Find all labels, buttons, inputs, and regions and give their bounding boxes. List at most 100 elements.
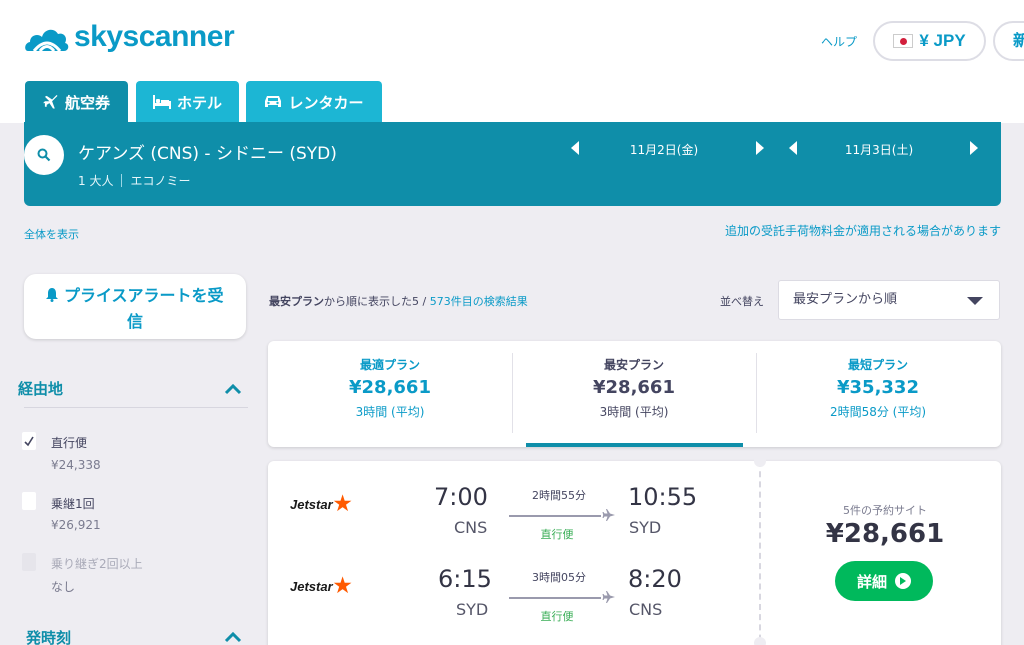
sort-label: 並べ替え bbox=[720, 295, 764, 308]
show-all-link[interactable]: 全体を表示 bbox=[24, 226, 79, 242]
price-alert-label-2: 信 bbox=[126, 312, 143, 331]
departure-airport: SYD bbox=[456, 600, 489, 619]
plan-duration: 3時間 (平均) bbox=[355, 405, 425, 419]
cheapest-plan-tab[interactable]: 最安プラン ¥28,661 3時間 (平均) bbox=[512, 341, 756, 447]
chevron-up-icon[interactable] bbox=[224, 631, 242, 643]
direct-label: 直行便 bbox=[540, 528, 574, 541]
currency-label: ¥ JPY bbox=[919, 31, 966, 50]
currency-selector[interactable]: ¥ JPY bbox=[873, 21, 986, 61]
passenger-cabin: 1 大人 エコノミー bbox=[78, 172, 190, 189]
skyscanner-cloud-icon bbox=[25, 29, 69, 52]
plan-name: 最安プラン bbox=[603, 358, 664, 372]
plan-price: ¥28,661 bbox=[593, 377, 675, 398]
plan-duration: 2時間58分 (平均) bbox=[829, 405, 927, 419]
header-partial-button[interactable]: 新 bbox=[993, 21, 1024, 61]
detail-button-label: 詳細 bbox=[856, 572, 887, 591]
tab-car-rental-label: レンタカー bbox=[288, 93, 364, 112]
ticket-notch bbox=[754, 455, 766, 467]
arrow-right-icon bbox=[895, 573, 911, 589]
stops-heading[interactable]: 経由地 bbox=[18, 378, 63, 399]
jetstar-star-icon: ★ bbox=[333, 575, 352, 597]
plane-icon bbox=[43, 95, 58, 109]
stop-option-label[interactable]: 直行便 bbox=[51, 434, 87, 451]
price-alert-button[interactable]: プライスアラートを受 信 bbox=[24, 274, 246, 339]
departure-time-heading[interactable]: 発時刻 bbox=[26, 627, 71, 645]
chevron-up-icon[interactable] bbox=[224, 383, 242, 395]
depart-next-arrow-icon[interactable] bbox=[756, 141, 764, 155]
stop-option-price: ¥24,338 bbox=[51, 458, 101, 472]
booking-sites-count: 5件の予約サイト bbox=[843, 504, 927, 517]
return-date[interactable]: 11月3日(土) bbox=[829, 141, 929, 158]
arrival-time: 8:20 bbox=[628, 565, 682, 593]
best-plan-tab[interactable]: 最適プラン ¥28,661 3時間 (平均) bbox=[268, 341, 512, 447]
return-prev-arrow-icon[interactable] bbox=[789, 141, 797, 155]
plan-name: 最適プラン bbox=[359, 358, 420, 372]
jetstar-star-icon: ★ bbox=[333, 493, 352, 515]
direct-checkbox[interactable] bbox=[22, 432, 36, 450]
plane-icon bbox=[602, 591, 615, 603]
carrier-logo: Jetstar ★ bbox=[290, 576, 352, 596]
arrival-airport: SYD bbox=[629, 518, 662, 537]
tab-car-rental[interactable]: レンタカー bbox=[246, 81, 382, 123]
ticket-notch bbox=[754, 637, 766, 645]
flight-duration: 2時間55分 bbox=[532, 489, 586, 502]
two-plus-stops-checkbox bbox=[22, 553, 36, 571]
tab-hotels[interactable]: ホテル bbox=[136, 81, 239, 123]
chevron-down-icon bbox=[967, 297, 983, 305]
top-header: skyscanner ヘルプ ¥ JPY 新 航空券 ホテル レンタカー bbox=[0, 0, 1024, 123]
stop-option-label: 乗り継ぎ2回以上 bbox=[51, 557, 143, 571]
sort-dropdown[interactable]: 最安プランから順 bbox=[778, 280, 1000, 320]
result-count-link[interactable]: 573件目の検索結果 bbox=[430, 295, 528, 308]
flight-line bbox=[509, 515, 601, 517]
detail-button[interactable]: 詳細 bbox=[835, 561, 933, 601]
skyscanner-logo[interactable]: skyscanner bbox=[24, 20, 235, 54]
itinerary-card[interactable]: Jetstar ★ 7:00 CNS 2時間55分 直行便 10:55 SYD J… bbox=[268, 455, 1001, 645]
fastest-plan-tab[interactable]: 最短プラン ¥35,332 2時間58分 (平均) bbox=[756, 341, 1000, 447]
stop-option-label[interactable]: 乗継1回 bbox=[51, 495, 95, 512]
departure-time: 7:00 bbox=[434, 483, 488, 511]
carrier-name: Jetstar bbox=[290, 496, 333, 512]
arrival-airport: CNS bbox=[629, 600, 663, 619]
direct-label: 直行便 bbox=[540, 610, 574, 623]
search-summary-bar[interactable]: ケアンズ (CNS) - シドニー (SYD) 1 大人 エコノミー 11月2日(… bbox=[24, 122, 1001, 206]
search-button[interactable] bbox=[24, 135, 64, 175]
cabin-text: エコノミー bbox=[130, 174, 191, 188]
departure-time: 6:15 bbox=[438, 565, 492, 593]
plan-name: 最短プラン bbox=[847, 358, 908, 372]
japan-flag-icon bbox=[893, 34, 914, 48]
car-icon bbox=[265, 96, 282, 107]
logo-text: skyscanner bbox=[74, 20, 235, 53]
divider bbox=[24, 407, 248, 408]
departure-airport: CNS bbox=[454, 518, 488, 537]
arrival-time: 10:55 bbox=[628, 483, 698, 511]
route-text: ケアンズ (CNS) - シドニー (SYD) bbox=[78, 144, 337, 164]
flight-line bbox=[509, 597, 601, 599]
result-count-middle: から順に表示した5 / bbox=[324, 295, 430, 308]
search-icon bbox=[37, 148, 51, 162]
divider bbox=[121, 174, 123, 187]
bell-icon bbox=[46, 288, 59, 302]
tab-flights-label: 航空券 bbox=[64, 93, 110, 112]
return-next-arrow-icon[interactable] bbox=[970, 141, 978, 155]
selected-plan-indicator bbox=[526, 443, 743, 447]
depart-prev-arrow-icon[interactable] bbox=[571, 141, 579, 155]
passengers-text: 1 大人 bbox=[78, 174, 114, 188]
plan-price: ¥28,661 bbox=[349, 377, 431, 398]
price-alert-label-1: プライスアラートを受 bbox=[64, 286, 224, 305]
stop-option-price: ¥26,921 bbox=[51, 518, 101, 532]
carrier-logo: Jetstar ★ bbox=[290, 494, 352, 514]
depart-date[interactable]: 11月2日(金) bbox=[614, 141, 714, 158]
ticket-divider bbox=[759, 461, 761, 645]
help-link[interactable]: ヘルプ bbox=[821, 33, 857, 50]
carrier-name: Jetstar bbox=[290, 578, 333, 594]
one-stop-checkbox[interactable] bbox=[22, 492, 36, 510]
plane-icon bbox=[602, 509, 615, 521]
baggage-notice-link[interactable]: 追加の受託手荷物料金が適用される場合があります bbox=[725, 222, 1001, 239]
bed-icon bbox=[152, 95, 171, 109]
result-count: 最安プランから順に表示した5 / 573件目の検索結果 bbox=[269, 293, 528, 309]
flight-duration: 3時間05分 bbox=[532, 571, 586, 584]
plan-price: ¥35,332 bbox=[837, 377, 919, 398]
tab-flights[interactable]: 航空券 bbox=[25, 81, 128, 123]
plan-duration: 3時間 (平均) bbox=[599, 405, 669, 419]
stop-option-price: なし bbox=[51, 580, 76, 594]
